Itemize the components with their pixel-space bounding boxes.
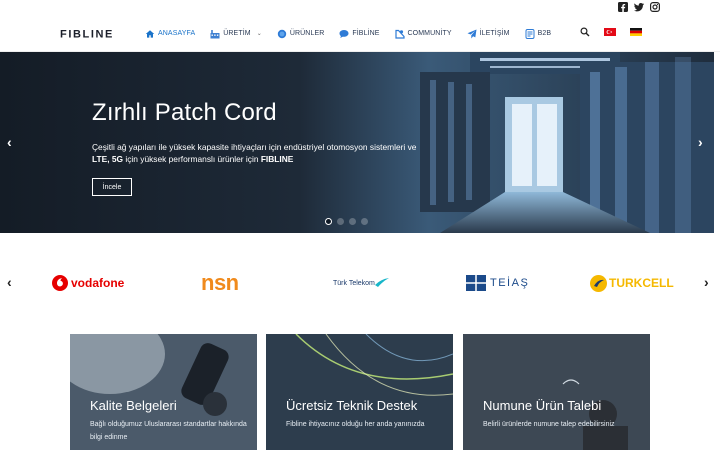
nsn-logo: nsn bbox=[201, 270, 239, 295]
hero-pagination bbox=[325, 218, 368, 225]
card-title: Ücretsiz Teknik Destek bbox=[286, 398, 418, 413]
hero-slider: Zırhlı Patch Cord Çeşitli ağ yapıları il… bbox=[0, 52, 714, 233]
card-description: Fibline ihtiyacınız olduğu her anda yanı… bbox=[286, 421, 425, 428]
top-bar bbox=[0, 0, 720, 15]
header-right bbox=[580, 27, 642, 37]
b2b-icon bbox=[525, 28, 535, 39]
nav-item-anasayfa[interactable]: ANASAYFA bbox=[145, 29, 195, 39]
instagram-icon[interactable] bbox=[650, 2, 660, 12]
vodafone-logo: vodafone bbox=[52, 271, 124, 295]
teias-mark-icon bbox=[466, 275, 486, 291]
turk-telekom-logo: Türk Telekom bbox=[333, 271, 389, 295]
globe-icon bbox=[277, 29, 287, 38]
vodafone-text: vodafone bbox=[71, 276, 125, 290]
hero-next-arrow[interactable]: › bbox=[698, 134, 703, 150]
nav-label: FİBLİNE bbox=[352, 30, 380, 37]
teias-logo: TEİAŞ bbox=[466, 271, 529, 295]
card-numune-urun[interactable]: Numune Ürün Talebi Belirli ürünlerde num… bbox=[463, 334, 650, 450]
home-icon bbox=[145, 29, 155, 38]
turk-telekom-text: Türk Telekom bbox=[333, 279, 375, 287]
nsn-text: nsn bbox=[201, 270, 239, 295]
search-icon[interactable] bbox=[580, 27, 590, 37]
nav-label: B2B bbox=[537, 30, 552, 37]
facebook-icon[interactable] bbox=[618, 2, 628, 12]
nav-item-community[interactable]: COMMUNİTY bbox=[394, 29, 452, 39]
card-teknik-destek[interactable]: Ücretsiz Teknik Destek Fibline ihtiyacın… bbox=[266, 334, 453, 450]
turkey-flag[interactable] bbox=[604, 28, 616, 36]
card-image-fiber-cables bbox=[266, 334, 453, 450]
nav-item-fibline[interactable]: FİBLİNE bbox=[339, 29, 379, 39]
main-nav: ANASAYFA ÜRETİM ⌄ ÜRÜNLER FİBLİNE COMMUN… bbox=[145, 15, 566, 52]
nav-label: ANASAYFA bbox=[158, 30, 196, 37]
twitter-icon[interactable] bbox=[634, 2, 644, 12]
turk-telekom-swoosh-icon bbox=[374, 278, 389, 287]
hero-incele-button[interactable]: İncele bbox=[92, 178, 132, 196]
card-title: Numune Ürün Talebi bbox=[483, 398, 602, 413]
nav-item-b2b[interactable]: B2B bbox=[525, 28, 552, 39]
partners-prev-arrow[interactable]: ‹ bbox=[7, 274, 12, 290]
hero-description-line2: LTE, 5G için yüksek performanslı ürünler… bbox=[92, 154, 293, 164]
partners-carousel: ‹ vodafone nsn Türk Telekom TEİAŞ TURKCE… bbox=[0, 233, 720, 333]
hero-highlight-lte: LTE, 5G bbox=[92, 154, 124, 164]
hero-description-line1: Çeşitli ağ yapıları ile yüksek kapasite … bbox=[92, 142, 417, 152]
logo-text: FIBLINE bbox=[60, 29, 114, 40]
slide-dot[interactable] bbox=[337, 218, 344, 225]
chevron-down-icon: ⌄ bbox=[256, 31, 262, 37]
chat-bubble-icon bbox=[339, 29, 349, 38]
main-header: FIBLINE ANASAYFA ÜRETİM ⌄ ÜRÜNLER FİBLİN… bbox=[0, 15, 720, 52]
slide-dot[interactable] bbox=[325, 218, 332, 225]
fibline-logo[interactable]: FIBLINE bbox=[60, 28, 128, 40]
card-title: Kalite Belgeleri bbox=[90, 398, 177, 413]
community-icon bbox=[394, 29, 405, 39]
paper-plane-icon bbox=[467, 29, 477, 38]
germany-flag[interactable] bbox=[630, 28, 642, 36]
vodafone-mark-icon bbox=[52, 275, 68, 291]
card-kalite-belgeleri[interactable]: Kalite Belgeleri Bağlı olduğumuz Uluslar… bbox=[70, 334, 257, 450]
hero-prev-arrow[interactable]: ‹ bbox=[7, 134, 12, 150]
feature-cards: Kalite Belgeleri Bağlı olduğumuz Uluslar… bbox=[70, 334, 650, 450]
slide-dot[interactable] bbox=[361, 218, 368, 225]
nav-item-urunler[interactable]: ÜRÜNLER bbox=[277, 29, 325, 39]
nav-label: COMMUNİTY bbox=[407, 30, 452, 37]
hero-title: Zırhlı Patch Cord bbox=[92, 99, 277, 126]
hero-highlight-fibline: FIBLINE bbox=[260, 154, 294, 164]
nav-item-uretim[interactable]: ÜRETİM ⌄ bbox=[210, 29, 262, 39]
factory-icon bbox=[210, 29, 220, 38]
card-image-office bbox=[463, 334, 650, 450]
turkcell-text: TURKCELL bbox=[609, 276, 674, 290]
slide-dot[interactable] bbox=[349, 218, 356, 225]
card-description: Bağlı olduğumuz Uluslararası standartlar… bbox=[90, 421, 247, 441]
partners-next-arrow[interactable]: › bbox=[704, 274, 709, 290]
social-links bbox=[618, 2, 660, 12]
hero-description-text: için yüksek performanslı ürünler için bbox=[123, 154, 261, 164]
turkcell-mark-icon bbox=[590, 274, 607, 292]
card-description: Belirli ürünlerde numune talep edebilirs… bbox=[483, 421, 615, 428]
nav-label: İLETİŞİM bbox=[479, 30, 510, 37]
teias-text: TEİAŞ bbox=[490, 277, 530, 289]
nav-label: ÜRETİM bbox=[223, 30, 251, 37]
nav-label: ÜRÜNLER bbox=[289, 30, 325, 37]
turkcell-logo: TURKCELL bbox=[590, 271, 674, 295]
nav-item-iletisim[interactable]: İLETİŞİM bbox=[467, 29, 510, 39]
